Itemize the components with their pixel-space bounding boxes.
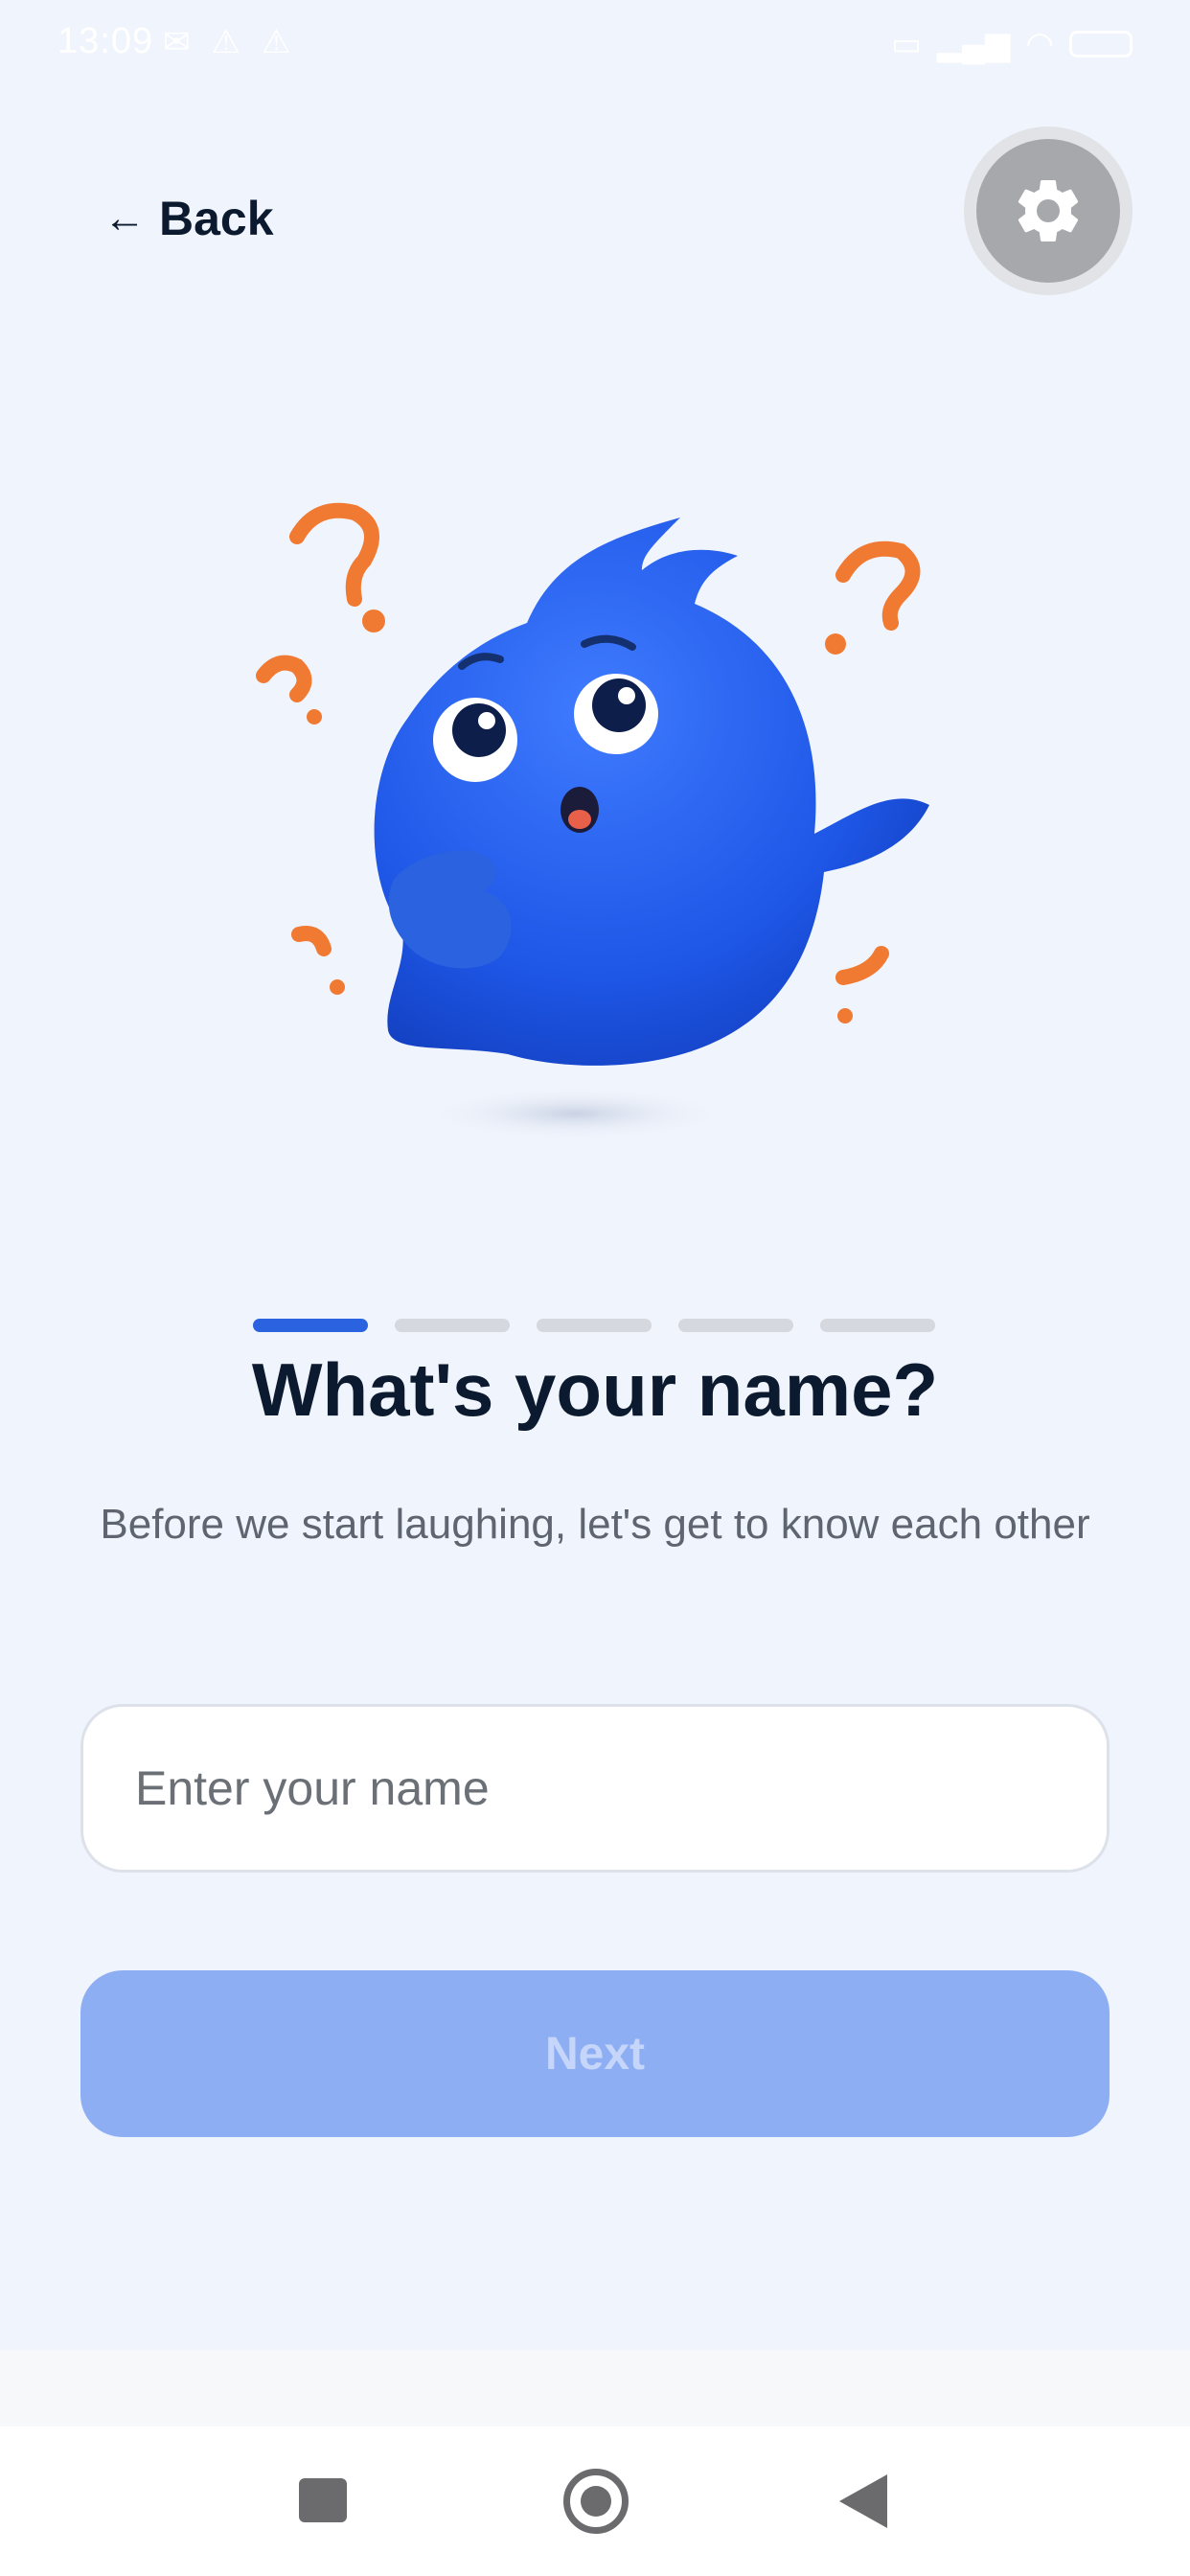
progress-step-1: [253, 1319, 368, 1332]
mascot-shadow: [422, 1087, 728, 1140]
nav-divider: [0, 2350, 1190, 2426]
battery-icon: [1069, 31, 1133, 58]
gear-icon: [1018, 179, 1079, 242]
notification-icon: ✉: [163, 24, 191, 60]
signal-icon: ▂▄▆: [936, 26, 1011, 62]
back-label: Back: [159, 192, 274, 245]
recents-button[interactable]: [299, 2478, 347, 2522]
status-right-icons: ▭ ▂▄▆ ◠: [891, 25, 1133, 63]
confused-mascot-illustration: [256, 502, 929, 1140]
alert-icon: ⚠: [261, 24, 291, 60]
progress-indicator: [253, 1319, 935, 1332]
name-input[interactable]: [80, 1704, 1110, 1873]
back-button[interactable]: ← Back: [103, 192, 274, 245]
nav-back-button[interactable]: [839, 2474, 887, 2528]
status-time: 13:09: [57, 21, 154, 61]
status-bar: 13:09 ✉ ⚠ ⚠ ▭ ▂▄▆ ◠: [0, 0, 1190, 86]
progress-step-4: [678, 1319, 793, 1332]
back-arrow-icon: ←: [103, 195, 146, 242]
status-left-icons: ✉ ⚠ ⚠: [163, 23, 290, 61]
wifi-icon: ◠: [1025, 26, 1054, 62]
progress-step-3: [537, 1319, 652, 1332]
next-button[interactable]: Next: [80, 1970, 1110, 2137]
progress-step-5: [820, 1319, 935, 1332]
sim-icon: ▭: [890, 26, 922, 62]
alert-icon: ⚠: [211, 24, 240, 60]
progress-step-2: [395, 1319, 510, 1332]
home-button[interactable]: [563, 2469, 629, 2534]
page-title: What's your name?: [251, 1347, 939, 1432]
settings-button-face: [976, 139, 1120, 283]
settings-button[interactable]: [964, 126, 1133, 295]
page-subtitle: Before we start laughing, let's get to k…: [100, 1501, 1090, 1548]
home-icon: [581, 2486, 611, 2517]
